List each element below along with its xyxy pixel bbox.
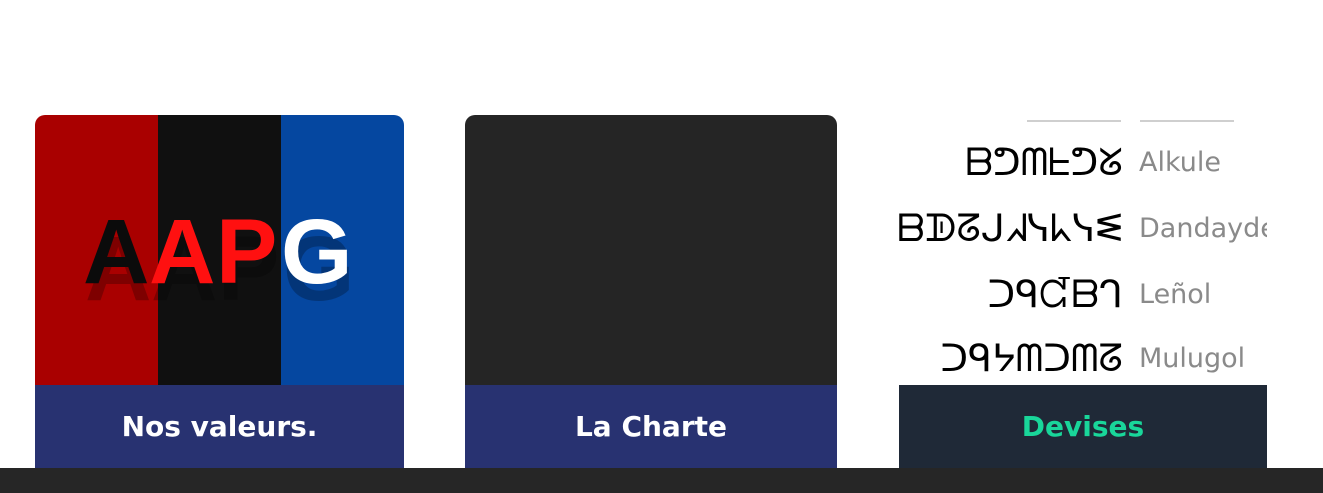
script-label-lenol: Leñol <box>1139 279 1211 310</box>
script-label-dandayde: Dandayde <box>1139 213 1267 244</box>
script-chart-svg: ᗷᕤᗰᖶᕤᘜ ᗷᗫᘔᒍᖽᓭᖾᓭᓬ ᑐᑫᘹᗷᒉ ᑐᑫᔭᗰᑐᗰᘔ Alkule Da… <box>899 120 1267 380</box>
logo-letter-a2: A <box>149 201 215 303</box>
card-caption-devises[interactable]: Devises <box>899 385 1267 468</box>
card-nos-valeurs[interactable]: A A P G A A P G Nos valeurs. <box>35 115 404 468</box>
aapg-logo-svg: A A P G A A P G <box>83 201 355 320</box>
script-label-alkule: Alkule <box>1139 147 1221 178</box>
script-label-mulugol: Mulugol <box>1139 343 1245 374</box>
script-glyphs-lenol: ᑐᑫᘹᗷᒉ <box>987 272 1123 316</box>
card-devises[interactable]: ᗷᕤᗰᖶᕤᘜ ᗷᗫᘔᒍᖽᓭᖾᓭᓬ ᑐᑫᘹᗷᒉ ᑐᑫᔭᗰᑐᗰᘔ Alkule Da… <box>899 115 1267 468</box>
tricolor-flag: A A P G A A P G <box>35 115 404 385</box>
aapg-logo-image: A A P G A A P G <box>35 115 404 385</box>
card-caption-la-charte[interactable]: La Charte <box>465 385 837 468</box>
script-glyphs-mulugol: ᑐᑫᔭᗰᑐᗰᘔ <box>940 336 1123 380</box>
charte-image <box>465 115 837 385</box>
script-glyphs-alkule: ᗷᕤᗰᖶᕤᘜ <box>966 140 1123 184</box>
footer-bar <box>0 468 1323 493</box>
devises-script-image: ᗷᕤᗰᖶᕤᘜ ᗷᗫᘔᒍᖽᓭᖾᓭᓬ ᑐᑫᘹᗷᒉ ᑐᑫᔭᗰᑐᗰᘔ Alkule Da… <box>899 115 1267 385</box>
card-caption-nos-valeurs[interactable]: Nos valeurs. <box>35 385 404 468</box>
card-la-charte[interactable]: La Charte <box>465 115 837 468</box>
logo-letter-p: P <box>216 201 277 303</box>
logo-letter-g: G <box>281 201 353 303</box>
logo-letter-a1: A <box>83 201 149 303</box>
page: A A P G A A P G Nos valeurs. La Charte ᗷ… <box>0 0 1323 493</box>
script-glyphs-dandayde: ᗷᗫᘔᒍᖽᓭᖾᓭᓬ <box>899 206 1123 250</box>
